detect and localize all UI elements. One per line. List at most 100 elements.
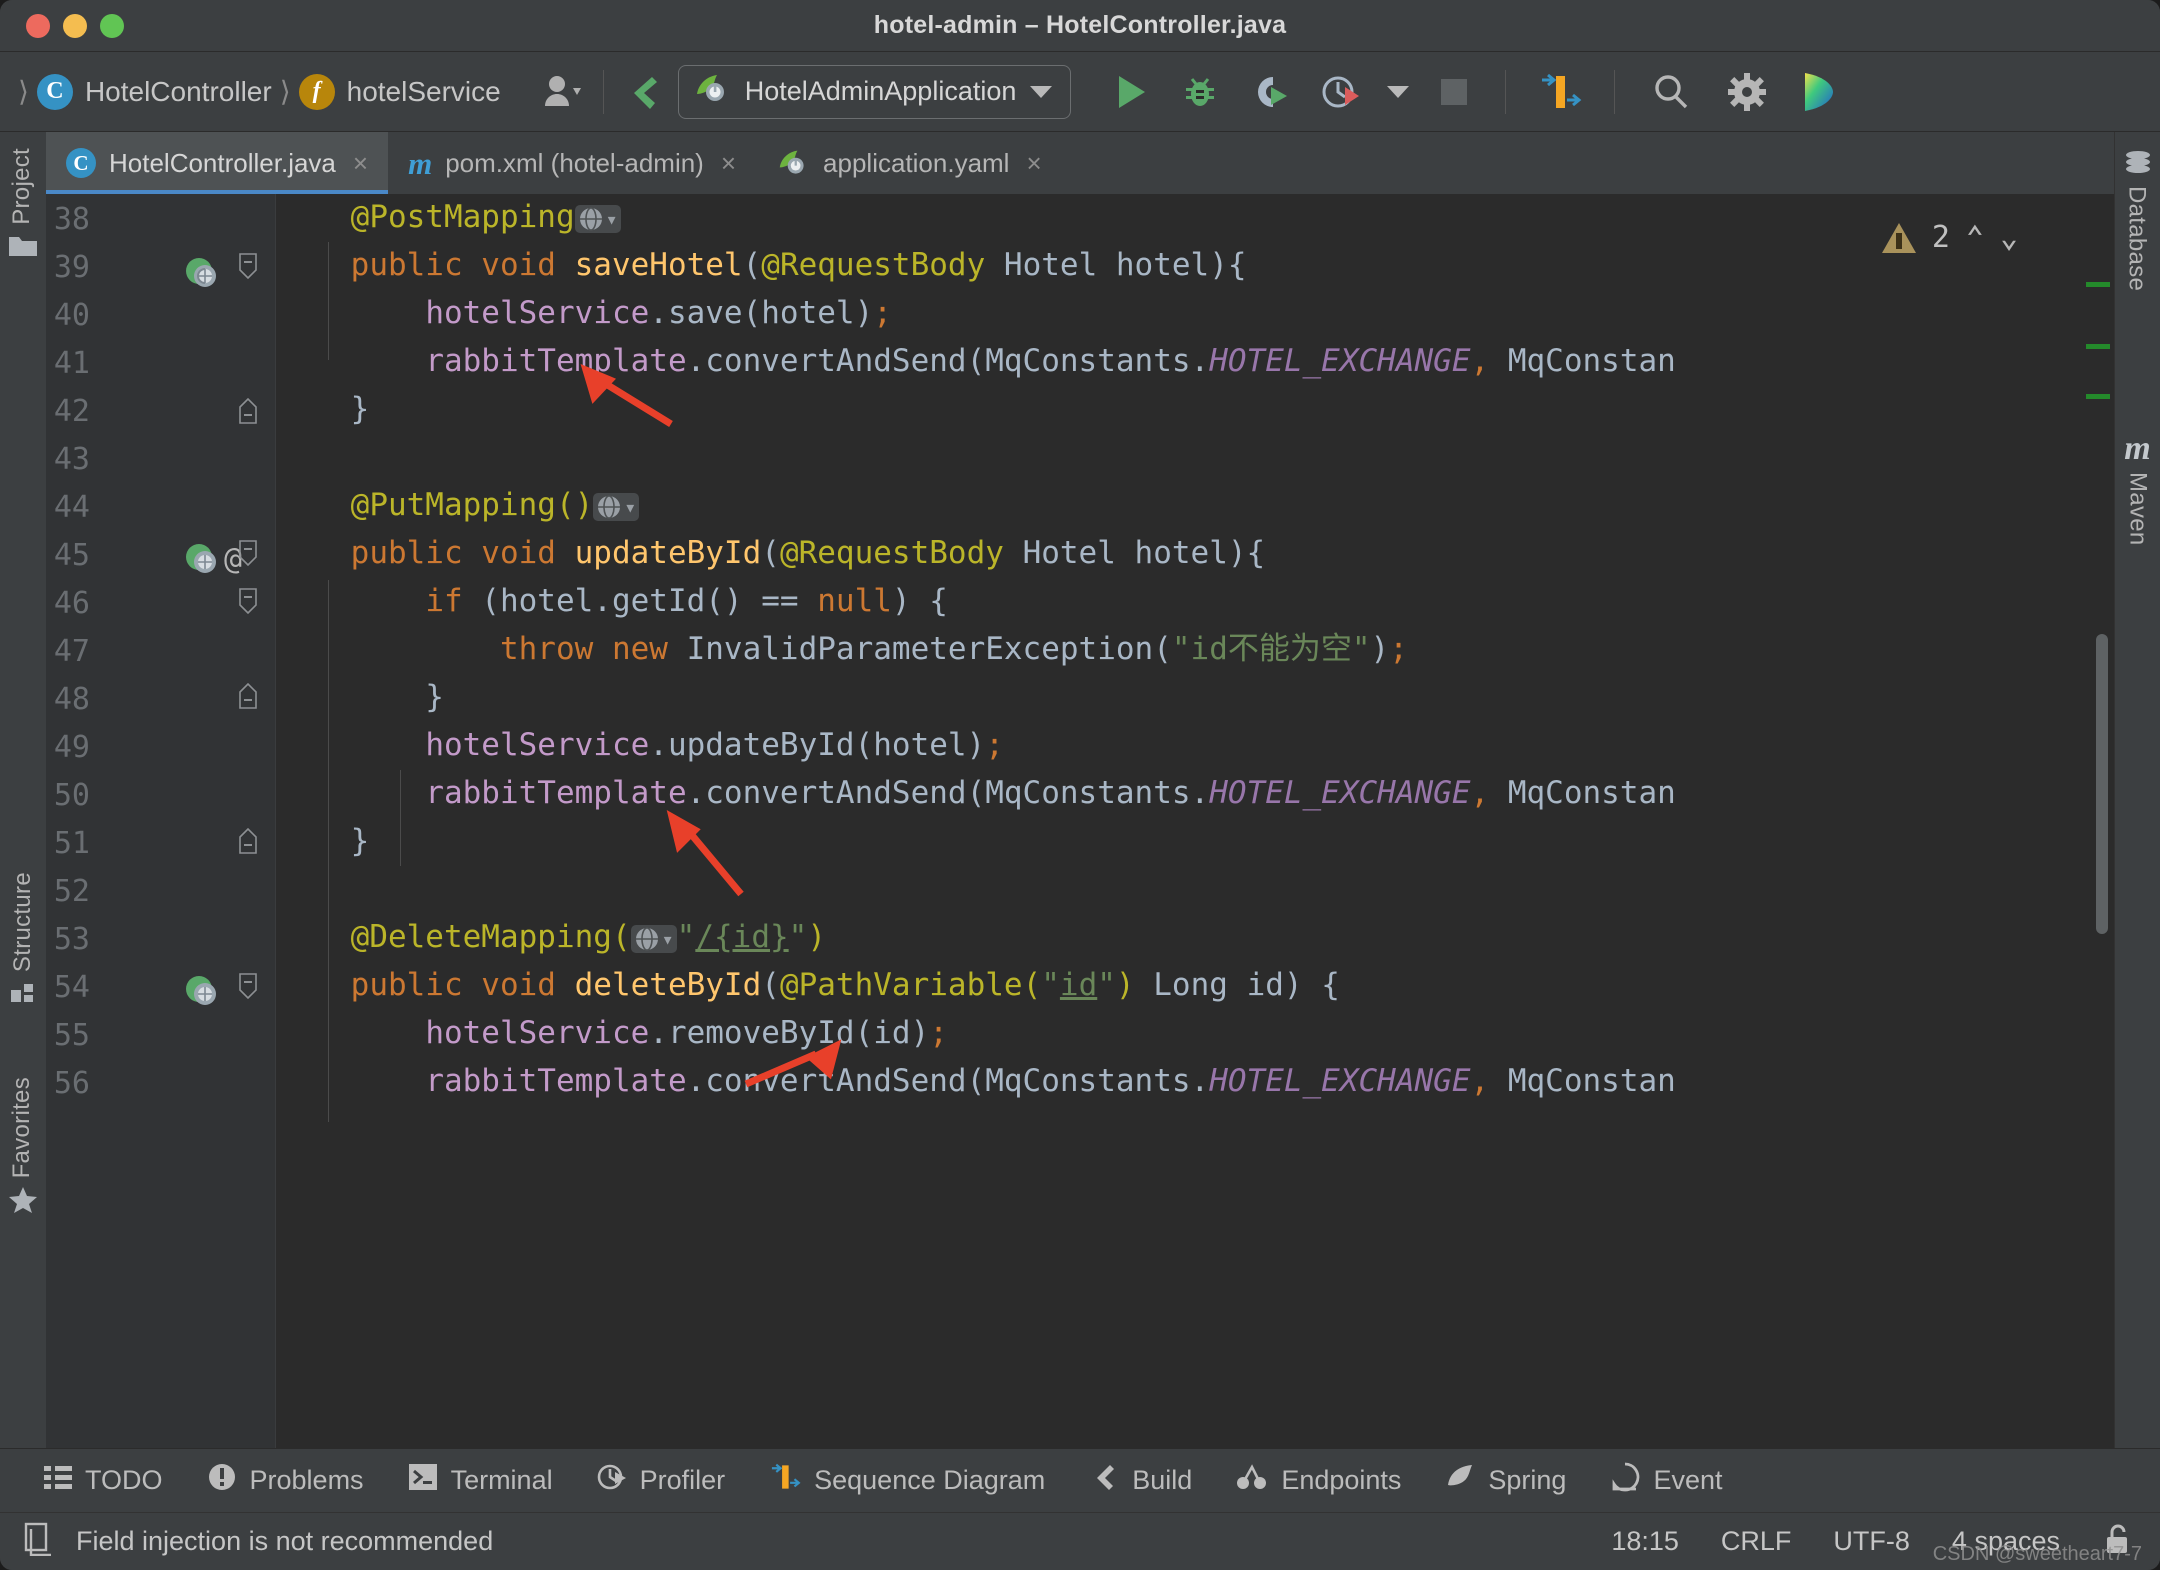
debug-icon[interactable] xyxy=(1165,73,1235,111)
tool-window-problems[interactable]: Problems xyxy=(185,1462,386,1499)
breadcrumb-class[interactable]: C HotelController xyxy=(36,73,272,110)
vcs-update-icon[interactable] xyxy=(622,69,668,115)
tool-window-terminal[interactable]: Terminal xyxy=(386,1463,575,1498)
line-separator-indicator[interactable]: CRLF xyxy=(1721,1526,1792,1557)
search-icon[interactable] xyxy=(1633,72,1709,112)
line-number: 56 xyxy=(53,1066,90,1101)
run-configuration-label: HotelAdminApplication xyxy=(744,76,1017,106)
line-number: 46 xyxy=(53,586,90,621)
code-line[interactable]: rabbitTemplate.convertAndSend(MqConstant… xyxy=(276,778,1676,809)
tab-pom-xml[interactable]: m pom.xml (hotel-admin) × xyxy=(388,132,756,194)
code-line[interactable]: public void deleteById(@PathVariable("id… xyxy=(276,970,1340,1001)
spring-endpoint-icon[interactable] xyxy=(184,974,218,1013)
field-icon: f xyxy=(298,73,335,110)
user-profile-icon[interactable] xyxy=(541,72,585,112)
ai-assistant-icon[interactable] xyxy=(1785,71,1849,113)
code-line[interactable]: hotelService.removeById(id); xyxy=(276,1018,948,1049)
tool-window-spring[interactable]: Spring xyxy=(1423,1463,1588,1498)
project-folder-icon xyxy=(8,233,38,259)
problems-icon xyxy=(207,1462,237,1499)
fold-marker[interactable] xyxy=(236,828,260,854)
tool-window-label: Sequence Diagram xyxy=(814,1465,1046,1495)
sequence-diagram-icon[interactable] xyxy=(1524,72,1596,112)
code-line[interactable]: rabbitTemplate.convertAndSend(MqConstant… xyxy=(276,346,1676,377)
chevron-down-icon[interactable] xyxy=(1030,85,1053,98)
code-line[interactable]: public void saveHotel(@RequestBody Hotel… xyxy=(276,250,1247,281)
previous-problem-icon[interactable]: ⌃ xyxy=(1966,220,1984,255)
tool-window-todo[interactable]: TODO xyxy=(22,1464,185,1497)
title-bar: hotel-admin – HotelController.java xyxy=(0,0,2160,52)
breadcrumb-chevron-icon-2: ⟩ xyxy=(279,76,291,107)
terminal-icon xyxy=(408,1463,438,1498)
code-line[interactable]: public void updateById(@RequestBody Hote… xyxy=(276,538,1266,569)
run-icon[interactable] xyxy=(1097,73,1165,111)
stop-icon[interactable] xyxy=(1421,77,1487,107)
line-number: 41 xyxy=(53,346,90,381)
code-line[interactable]: throw new InvalidParameterException("id不… xyxy=(276,634,1408,665)
status-message: Field injection is not recommended xyxy=(76,1526,494,1556)
web-endpoint-icon[interactable]: ▾ xyxy=(574,204,621,233)
database-stripe-label: Database xyxy=(2123,186,2151,292)
fold-marker[interactable] xyxy=(236,253,260,279)
coverage-icon[interactable] xyxy=(1235,73,1307,111)
encoding-indicator[interactable]: UTF-8 xyxy=(1833,1526,1910,1557)
ide-body: Project Structure Favorites C HotelContr… xyxy=(0,132,2160,1448)
tool-window-label: Event xyxy=(1653,1465,1723,1495)
clock-time: 18:15 xyxy=(1611,1526,1679,1556)
tab-hotelcontroller-java[interactable]: C HotelController.java × xyxy=(46,132,389,194)
close-icon[interactable]: × xyxy=(721,148,736,179)
maven-stripe-label: Maven xyxy=(2124,472,2152,546)
toolbar-divider-1 xyxy=(602,69,604,114)
code-line[interactable]: @PostMapping ▾ xyxy=(276,202,621,233)
profiler-icon[interactable] xyxy=(1307,73,1375,111)
sidebar-item-favorites[interactable]: Favorites xyxy=(8,1077,38,1214)
run-configuration-selector[interactable]: HotelAdminApplication xyxy=(677,64,1072,119)
fold-marker[interactable] xyxy=(236,540,260,566)
line-number: 54 xyxy=(53,970,90,1005)
inspection-widget[interactable]: 2 ⌃ ⌄ xyxy=(1881,220,2018,255)
sidebar-item-structure[interactable]: Structure xyxy=(9,872,37,1006)
editor-gutter[interactable]: 38 39 40 41 42 43 44 45 46 47 48 49 50 51 52 53 54 55 56 xyxy=(46,194,276,1448)
fold-marker[interactable] xyxy=(236,683,260,709)
tool-window-build[interactable]: Build xyxy=(1067,1462,1214,1499)
line-number: 55 xyxy=(53,1018,90,1053)
tool-window-event-log[interactable]: Event xyxy=(1588,1462,1744,1499)
close-icon[interactable]: × xyxy=(1026,148,1041,179)
database-icon xyxy=(2123,150,2153,178)
code-line[interactable]: hotelService.save(hotel); xyxy=(276,298,892,329)
spring-endpoint-icon[interactable] xyxy=(184,256,218,295)
code-editor[interactable]: 38 39 40 41 42 43 44 45 46 47 48 49 50 51 52 53 54 55 56 xyxy=(46,194,2114,1448)
sidebar-item-database[interactable]: Database xyxy=(2123,150,2153,291)
next-problem-icon[interactable]: ⌄ xyxy=(2000,220,2018,255)
code-line[interactable]: @DeleteMapping(▾ "/{id}") xyxy=(276,922,826,953)
breadcrumb-field[interactable]: f hotelService xyxy=(298,73,501,110)
web-endpoint-icon[interactable]: ▾ xyxy=(630,924,677,953)
fold-marker[interactable] xyxy=(236,973,260,999)
code-line[interactable]: rabbitTemplate.convertAndSend(MqConstant… xyxy=(276,1066,1676,1097)
tab-application-yaml[interactable]: application.yaml × xyxy=(756,132,1062,194)
spring-yaml-icon xyxy=(776,148,810,178)
gear-icon[interactable] xyxy=(1709,72,1785,112)
tool-window-profiler[interactable]: Profiler xyxy=(575,1462,748,1499)
code-line[interactable]: } xyxy=(276,826,370,857)
editor-marker-bar[interactable] xyxy=(2080,194,2114,1448)
sidebar-item-maven[interactable]: m Maven xyxy=(2124,432,2152,546)
close-icon[interactable]: × xyxy=(353,148,368,179)
web-endpoint-icon[interactable]: ▾ xyxy=(593,492,640,521)
spring-endpoint-icon[interactable] xyxy=(184,542,218,581)
project-stripe-label: Project xyxy=(8,148,35,225)
code-line[interactable]: @PutMapping() ▾ xyxy=(276,490,640,521)
fold-marker[interactable] xyxy=(236,398,260,424)
fold-marker[interactable] xyxy=(236,588,260,614)
tool-window-endpoints[interactable]: Endpoints xyxy=(1214,1463,1423,1498)
code-line[interactable]: } xyxy=(276,682,444,713)
document-icon[interactable] xyxy=(22,1522,54,1561)
code-line[interactable]: if (hotel.getId() == null) { xyxy=(276,586,948,617)
code-area[interactable]: @PostMapping ▾ public void saveHotel(@Req… xyxy=(276,194,2080,1448)
sidebar-item-project[interactable]: Project xyxy=(8,148,38,259)
run-config-dropdown-icon[interactable] xyxy=(1375,85,1421,98)
code-line[interactable]: hotelService.updateById(hotel); xyxy=(276,730,1004,761)
tool-window-sequence-diagram[interactable]: Sequence Diagram xyxy=(747,1462,1067,1499)
code-line[interactable]: } xyxy=(276,394,370,425)
line-number: 43 xyxy=(53,442,90,477)
